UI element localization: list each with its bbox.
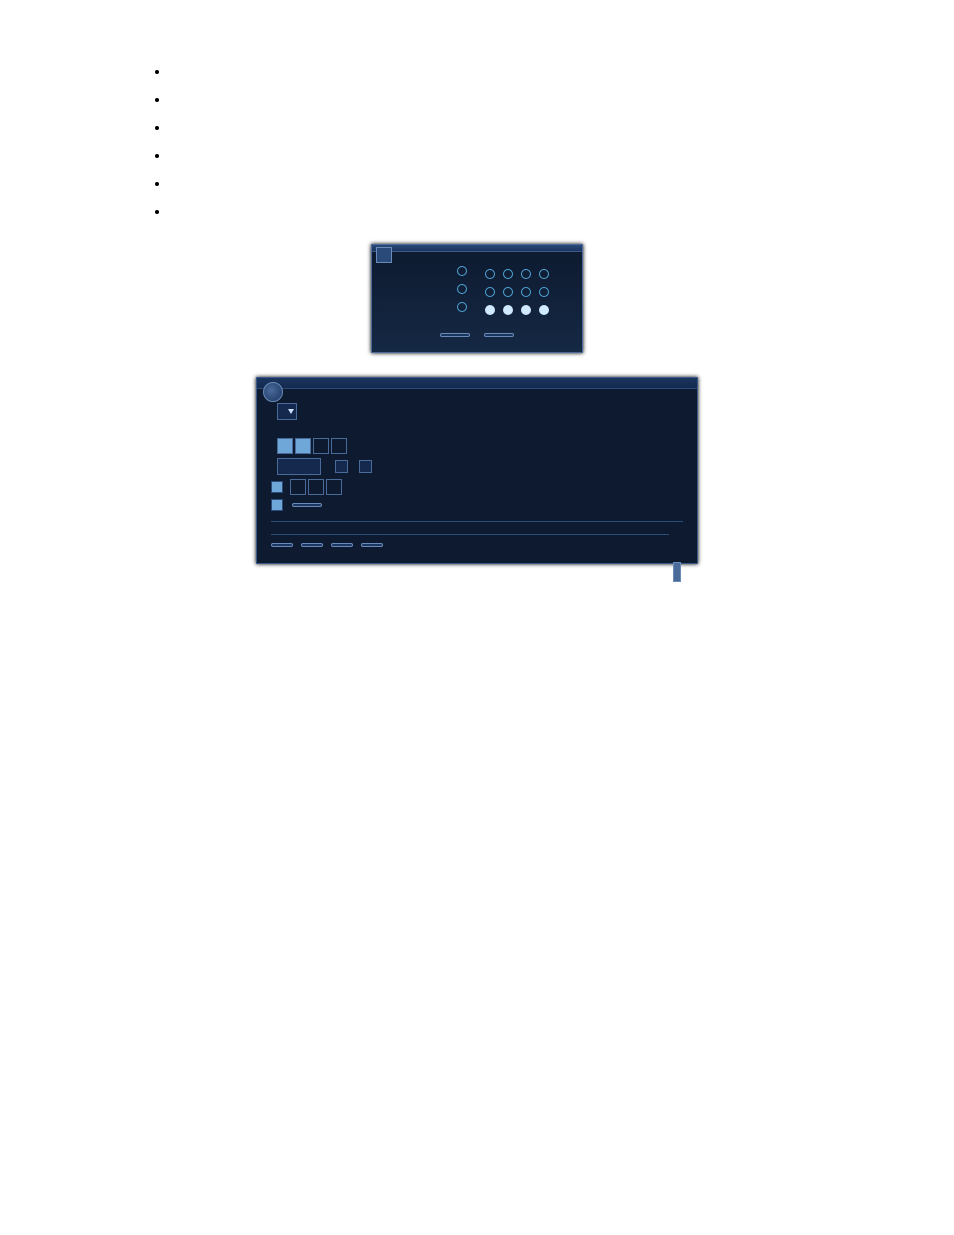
alarm-out-2[interactable] — [308, 479, 324, 495]
record-channel-4[interactable] — [331, 438, 347, 454]
record-channel-1[interactable] — [277, 438, 293, 454]
radio-schedule-all[interactable] — [457, 266, 467, 276]
list-item — [170, 200, 884, 224]
radio-schedule-1[interactable] — [485, 269, 495, 279]
change-disk-button[interactable] — [361, 543, 383, 547]
bullet-list — [70, 60, 884, 224]
app-icon — [263, 382, 283, 402]
manual-record-dialog — [371, 244, 583, 353]
record-channel-3[interactable] — [313, 438, 329, 454]
list-item — [170, 116, 884, 140]
radio-manual-all[interactable] — [457, 284, 467, 294]
scrollbar[interactable] — [671, 532, 681, 537]
stop-checkbox[interactable] — [359, 460, 372, 473]
radio-stop-all[interactable] — [457, 302, 467, 312]
radio-stop-1[interactable] — [485, 305, 495, 315]
app-icon — [376, 247, 392, 263]
radio-manual-1[interactable] — [485, 287, 495, 297]
list-item — [170, 144, 884, 168]
selected-device-dropdown[interactable] — [277, 403, 297, 420]
cycling-burning-button[interactable] — [331, 543, 353, 547]
alarm-out-3[interactable] — [326, 479, 342, 495]
cancel-button[interactable] — [484, 333, 514, 337]
separator — [271, 521, 683, 522]
buzzer-checkbox[interactable] — [335, 460, 348, 473]
radio-stop-3[interactable] — [521, 305, 531, 315]
list-item — [170, 172, 884, 196]
burning-dialog — [256, 377, 698, 564]
alarm-out-1[interactable] — [290, 479, 306, 495]
record-channel-2[interactable] — [295, 438, 311, 454]
status-panel — [271, 532, 669, 537]
radio-manual-2[interactable] — [503, 287, 513, 297]
radio-manual-3[interactable] — [521, 287, 531, 297]
radio-manual-4[interactable] — [539, 287, 549, 297]
radio-schedule-4[interactable] — [539, 269, 549, 279]
radio-stop-4[interactable] — [539, 305, 549, 315]
alarm-out-checkbox[interactable] — [271, 481, 283, 493]
alternate-button[interactable] — [301, 543, 323, 547]
list-item — [170, 88, 884, 112]
dialog-title-bar — [372, 245, 582, 252]
ok-button[interactable] — [440, 333, 470, 337]
list-item — [170, 60, 884, 84]
show-message-checkbox[interactable] — [271, 499, 283, 511]
scrollbar-thumb[interactable] — [673, 562, 681, 582]
dialog-title-bar — [257, 378, 697, 389]
radio-stop-2[interactable] — [503, 305, 513, 315]
radio-schedule-2[interactable] — [503, 269, 513, 279]
radio-schedule-3[interactable] — [521, 269, 531, 279]
save-button[interactable] — [292, 503, 322, 507]
free-space-input[interactable] — [277, 458, 321, 475]
stop-button[interactable] — [271, 543, 293, 547]
